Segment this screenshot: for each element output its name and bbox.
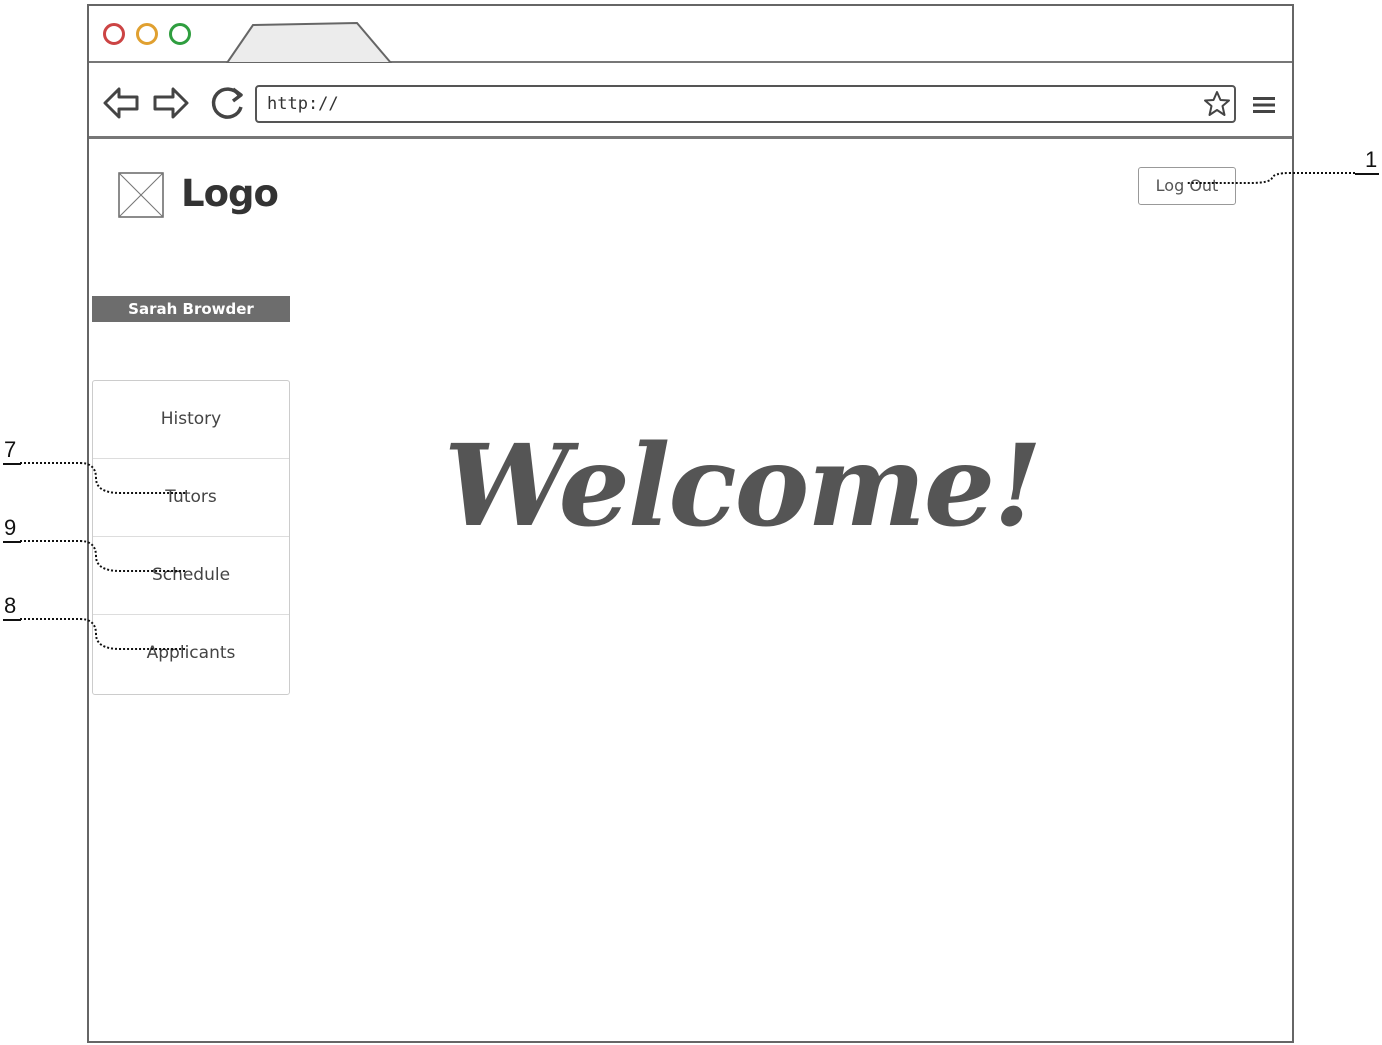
bookmark-star-icon[interactable] <box>1202 89 1232 119</box>
annotation-underline <box>1355 173 1379 176</box>
sidebar-item-tutors[interactable]: Tutors <box>93 459 289 537</box>
annotation-underline <box>3 619 21 622</box>
annotation-number: 7 <box>4 437 17 462</box>
annotation-number: 8 <box>4 593 17 618</box>
sidebar-item-history[interactable]: History <box>93 381 289 459</box>
address-bar[interactable]: http:// <box>255 85 1236 123</box>
annotation-underline <box>3 463 21 466</box>
maximize-window-button[interactable] <box>169 23 191 45</box>
user-name-bar: Sarah Browder <box>92 296 290 322</box>
tab-bar <box>89 6 1292 63</box>
url-text: http:// <box>267 94 339 114</box>
sidebar-item-schedule[interactable]: Schedule <box>93 537 289 615</box>
logout-button[interactable]: Log Out <box>1138 167 1236 205</box>
annotation-underline <box>3 541 21 544</box>
hamburger-menu-icon[interactable] <box>1253 97 1275 113</box>
navigation-bar: http:// <box>89 63 1292 139</box>
logo-text: Logo <box>181 172 279 215</box>
sidebar-item-applicants[interactable]: Applicants <box>93 615 289 693</box>
minimize-window-button[interactable] <box>136 23 158 45</box>
logo-image-placeholder <box>118 172 164 218</box>
sidebar-nav: History Tutors Schedule Applicants <box>92 380 290 695</box>
browser-window: http:// Logo Log Out Sarah Browder Histo… <box>87 4 1294 1043</box>
close-window-button[interactable] <box>103 23 125 45</box>
reload-icon[interactable] <box>207 83 247 123</box>
annotation-number: 9 <box>4 515 17 540</box>
back-arrow-icon[interactable] <box>101 83 141 123</box>
forward-arrow-icon[interactable] <box>151 83 191 123</box>
annotation-number: 1 <box>1365 147 1378 172</box>
browser-tab[interactable] <box>225 21 395 63</box>
welcome-heading: Welcome! <box>444 421 1042 552</box>
